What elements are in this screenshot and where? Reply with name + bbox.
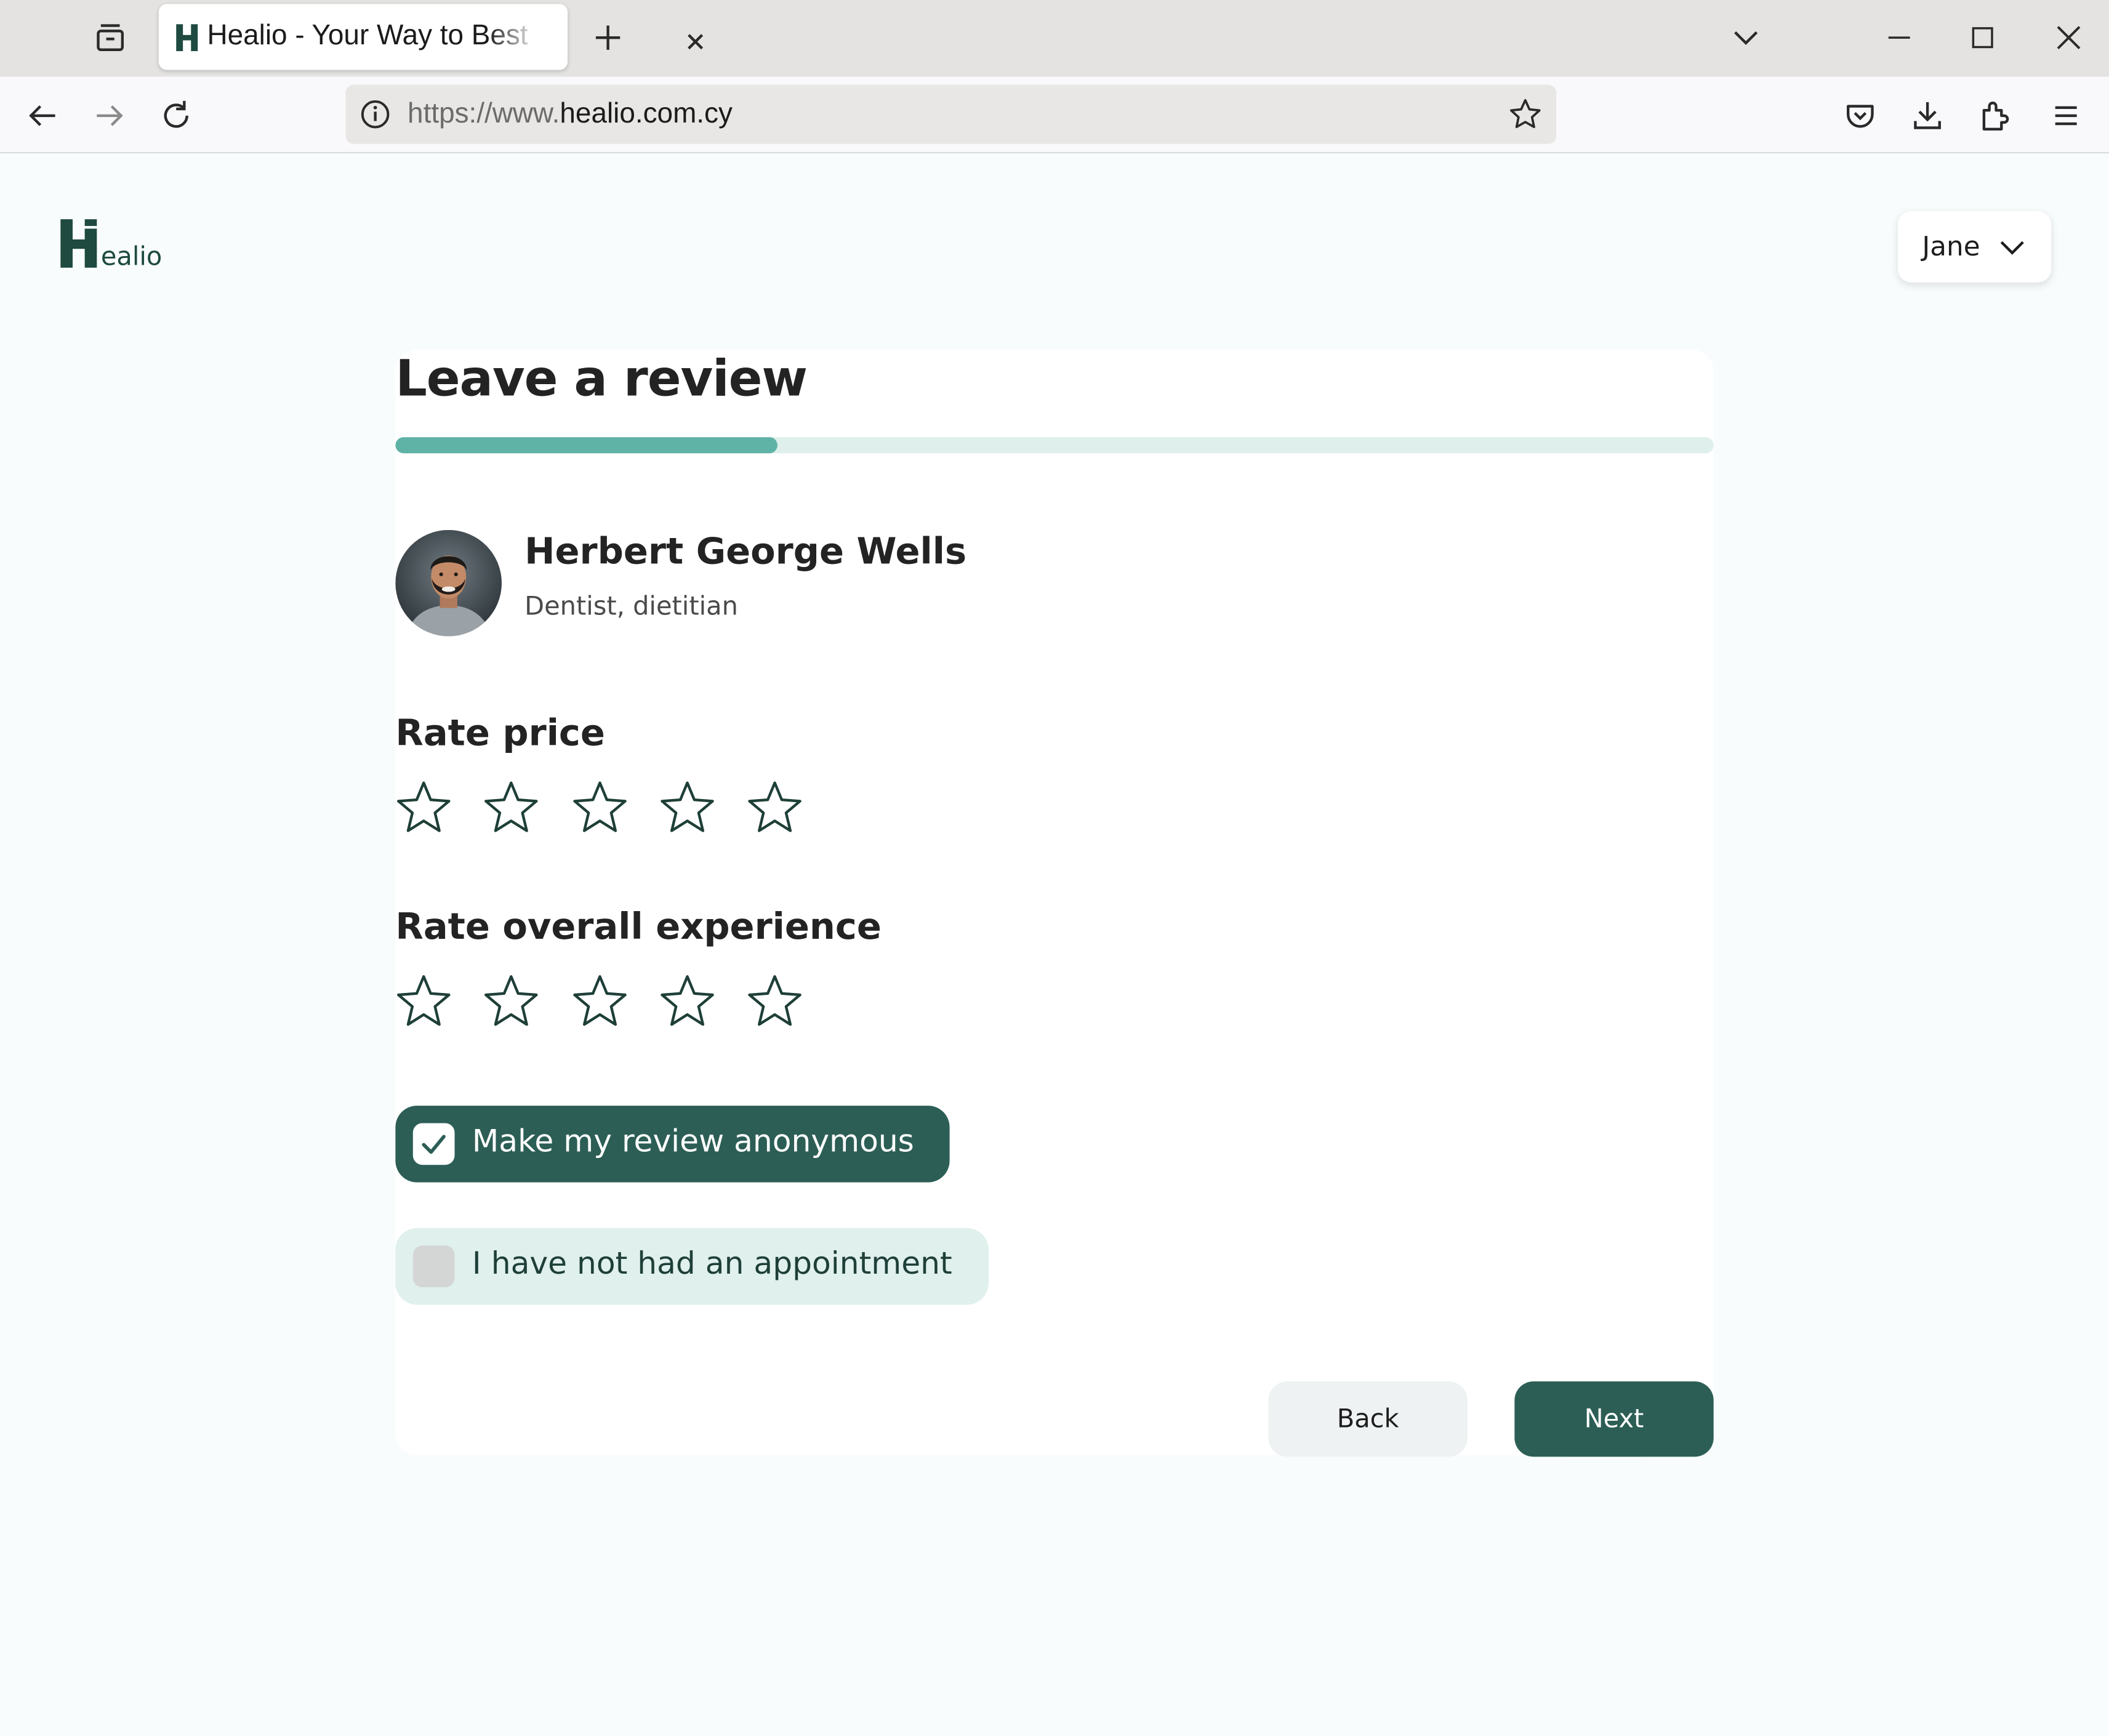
url-domain: healio.com.cy [560,98,733,129]
address-bar[interactable]: https://www.healio.com.cy [345,84,1557,144]
browser-tab[interactable]: Healio - Your Way to Best [158,4,704,70]
healio-favicon-icon [175,23,199,52]
experience-star-1-icon[interactable] [395,974,452,1031]
experience-star-2-icon[interactable] [483,974,540,1031]
menu-icon[interactable] [2046,95,2086,136]
extensions-icon[interactable] [1975,95,2015,136]
forward-arrow-icon[interactable] [89,95,129,136]
anonymous-checkbox[interactable] [412,1123,455,1165]
page-title: Leave a review [395,350,808,408]
review-card: Leave a review Herbert George Wells Dent… [395,350,1714,1457]
user-name: Jane [1922,230,1980,263]
site-info-icon[interactable] [359,98,391,131]
progress-bar [395,437,1714,454]
experience-star-4-icon[interactable] [659,974,715,1031]
experience-star-3-icon[interactable] [571,974,628,1031]
bookmark-star-icon[interactable] [1508,97,1543,132]
url-text: https://www.healio.com.cy [408,98,733,131]
progress-fill [395,437,778,454]
maximize-icon[interactable] [1966,19,1998,57]
downloads-icon[interactable] [1907,95,1948,136]
logo-text: ealio [100,242,163,272]
price-star-2-icon[interactable] [483,780,540,837]
next-button[interactable]: Next [1514,1381,1714,1457]
tab-list-chevron-icon[interactable] [1727,19,1765,57]
window-close-icon[interactable] [2050,19,2087,57]
close-tab-icon[interactable] [681,27,710,57]
browser-window: Healio - Your Way to Best https://www.he… [0,0,2109,1735]
user-menu-button[interactable]: Jane [1898,211,2052,283]
rate-experience-stars [395,974,826,1033]
rate-experience-label: Rate overall experience [395,906,882,949]
price-star-3-icon[interactable] [571,780,628,837]
price-star-4-icon[interactable] [659,780,715,837]
navigation-bar: https://www.healio.com.cy [0,76,2109,154]
experience-star-5-icon[interactable] [747,974,803,1031]
pocket-icon[interactable] [1840,95,1881,136]
doctor-specialty: Dentist, dietitian [524,592,738,622]
back-arrow-icon[interactable] [23,95,63,136]
price-star-5-icon[interactable] [747,780,803,837]
no-appointment-checkbox[interactable] [412,1245,455,1288]
chevron-down-icon [1998,233,2027,262]
checkmark-icon [422,1135,446,1154]
anonymous-checkbox-option[interactable]: Make my review anonymous [395,1106,950,1183]
doctor-avatar [395,529,502,637]
reload-icon[interactable] [156,95,196,136]
doctor-name: Herbert George Wells [524,531,967,573]
rate-price-stars [395,780,826,839]
no-appointment-checkbox-option[interactable]: I have not had an appointment [395,1228,989,1305]
anonymous-label: Make my review anonymous [472,1124,914,1160]
rate-price-label: Rate price [395,713,605,755]
no-appointment-label: I have not had an appointment [472,1247,952,1282]
new-tab-icon[interactable] [589,19,627,57]
healio-logo[interactable]: ealio [59,215,167,275]
tab-title: Healio - Your Way to Best [207,20,528,52]
url-prefix: https://www. [408,98,560,129]
tab-overview-icon[interactable] [83,16,137,59]
back-button[interactable]: Back [1268,1381,1468,1457]
price-star-1-icon[interactable] [395,780,452,837]
tab-bar: Healio - Your Way to Best [0,0,2109,77]
minimize-icon[interactable] [1883,19,1915,57]
